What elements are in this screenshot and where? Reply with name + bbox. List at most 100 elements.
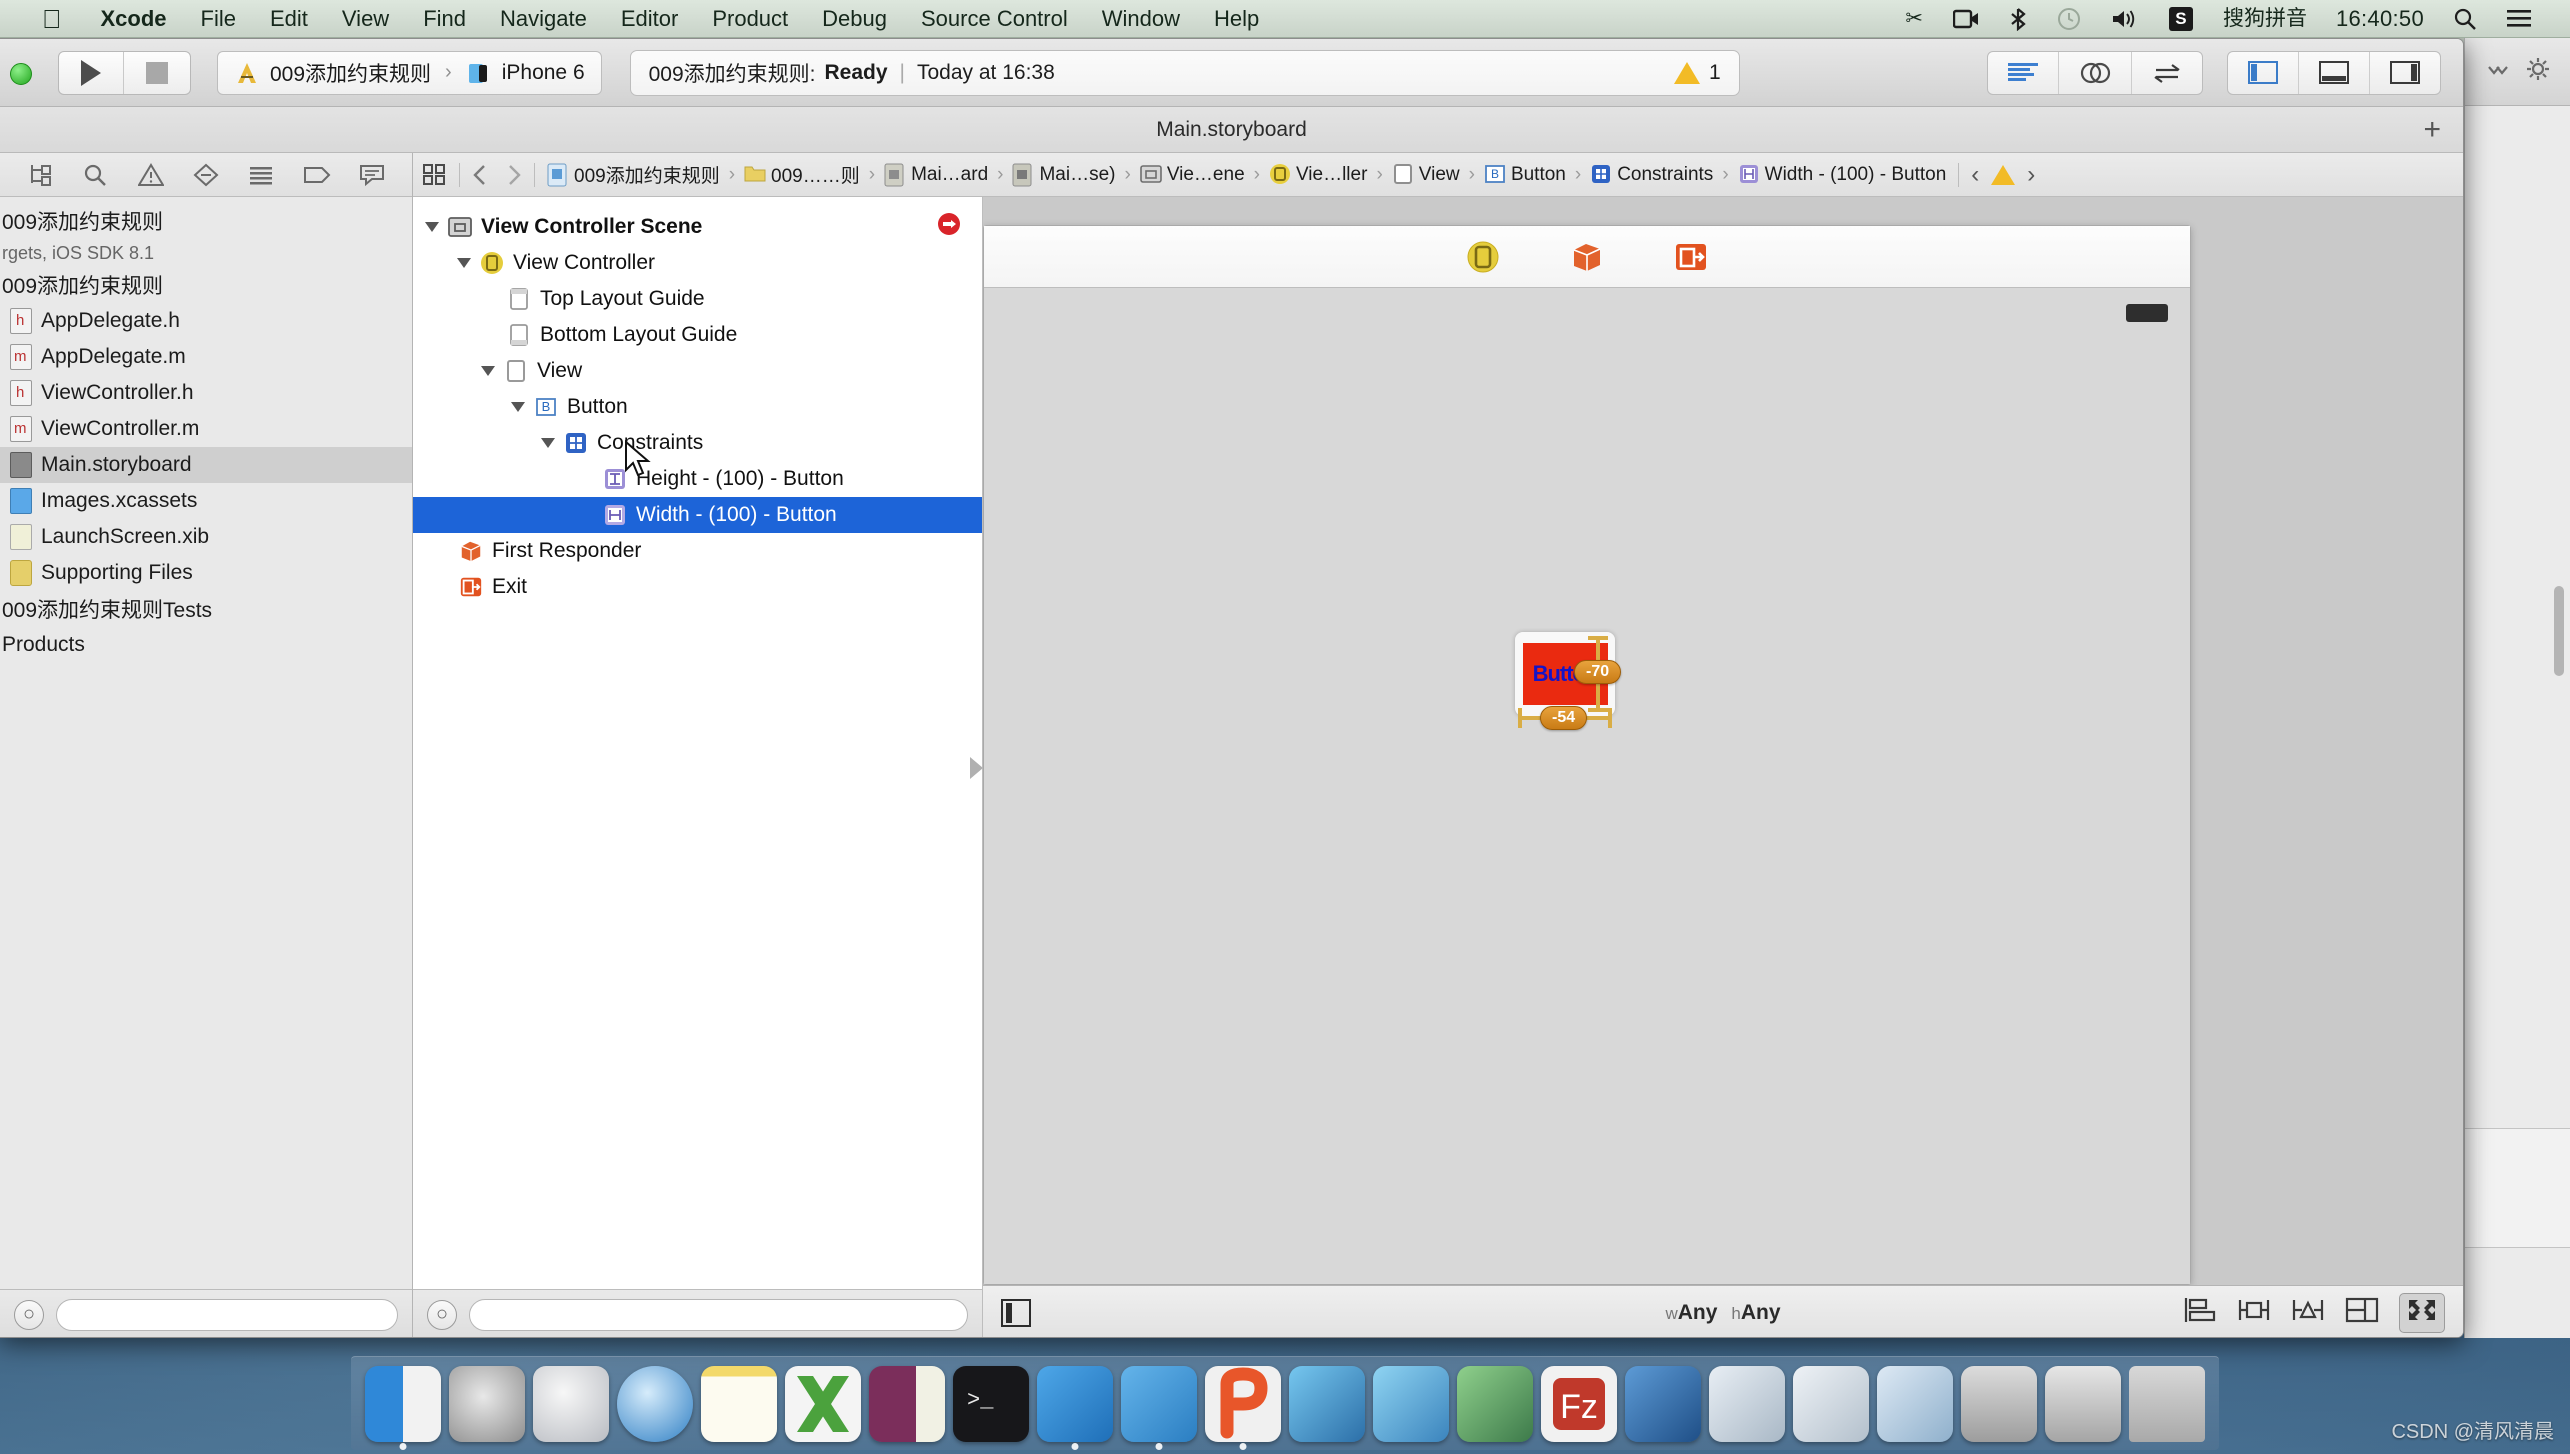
interface-builder-canvas[interactable]: Button -70 -54 — [983, 197, 2463, 1285]
app-a-icon[interactable] — [1709, 1366, 1785, 1442]
screenshot-icon[interactable] — [2045, 1366, 2121, 1442]
outline-row-exit[interactable]: Exit — [413, 569, 982, 605]
remote-desktop-icon[interactable] — [1961, 1366, 2037, 1442]
volume-icon[interactable] — [2096, 8, 2154, 30]
debug-navigator-icon[interactable] — [234, 163, 289, 187]
navigator-filter-input[interactable] — [56, 1298, 398, 1331]
add-file-button[interactable]: ○ — [14, 1299, 44, 1330]
standard-editor-icon[interactable] — [1988, 52, 2058, 94]
back-chevron-icon[interactable] — [472, 164, 488, 186]
navigator-file-launchscreen-xib[interactable]: LaunchScreen.xib — [0, 519, 412, 555]
breadcrumb-scene[interactable]: Vie…ene — [1140, 163, 1245, 187]
run-button[interactable] — [59, 52, 123, 94]
window-traffic-lights[interactable] — [10, 63, 32, 85]
notes-icon[interactable] — [701, 1366, 777, 1442]
disclosure-triangle-icon[interactable] — [481, 366, 495, 376]
navigator-group-tests[interactable]: 009添加约束规则Tests — [0, 591, 412, 627]
pin-icon[interactable] — [2237, 1296, 2271, 1330]
scissors-icon[interactable]: ✂ — [1890, 0, 1938, 38]
disclosure-triangle-icon[interactable] — [511, 402, 525, 412]
outline-collapse-handle[interactable] — [970, 757, 983, 779]
notification-center-icon[interactable] — [2492, 9, 2546, 29]
breadcrumb-width-constraint[interactable]: Width - (100) - Button — [1738, 163, 1946, 187]
width-constraint-badge[interactable]: -54 — [1540, 706, 1588, 730]
ios-simulator-icon[interactable] — [1121, 1366, 1197, 1450]
outline-add-button[interactable]: ○ — [427, 1299, 457, 1330]
breadcrumb-folder[interactable]: 009……则 — [744, 161, 860, 188]
exit-icon[interactable] — [1674, 240, 1708, 274]
utilities-toggle-icon[interactable] — [2369, 51, 2440, 94]
screen-recording-icon[interactable] — [1938, 9, 1994, 29]
add-editor-button[interactable]: + — [2423, 114, 2441, 145]
exit-badge-icon[interactable] — [936, 211, 974, 243]
disclosure-triangle-icon[interactable] — [425, 222, 439, 232]
menu-item-navigate[interactable]: Navigate — [483, 0, 604, 38]
scheme-selector[interactable]: 009添加约束规则 › iPhone 6 — [217, 50, 602, 95]
size-class-indicator[interactable]: wAny hAny — [1665, 1301, 1780, 1325]
outline-row-view[interactable]: View — [413, 353, 982, 389]
search-navigator-icon[interactable] — [67, 163, 122, 187]
app-b-icon[interactable] — [1793, 1366, 1869, 1442]
onenote-icon[interactable] — [869, 1366, 945, 1442]
search-icon[interactable] — [2438, 7, 2492, 31]
trash-icon[interactable] — [2129, 1366, 2205, 1442]
menu-item-editor[interactable]: Editor — [604, 0, 695, 38]
resolve-auto-layout-issues-icon[interactable] — [2291, 1296, 2325, 1330]
launchpad-icon[interactable] — [533, 1366, 609, 1442]
menu-item-help[interactable]: Help — [1197, 0, 1276, 38]
bluetooth-icon[interactable] — [1994, 7, 2042, 31]
menu-item-debug[interactable]: Debug — [805, 0, 904, 38]
outline-filter-input[interactable] — [469, 1298, 968, 1331]
navigator-group-main[interactable]: 009添加约束规则 — [0, 267, 412, 303]
system-preferences-icon[interactable] — [449, 1366, 525, 1442]
zoom-to-fit-icon[interactable] — [2399, 1292, 2445, 1333]
issue-navigator-icon[interactable] — [123, 162, 178, 187]
navigator-file-viewcontroller-m[interactable]: ViewController.m — [0, 411, 412, 447]
excel-icon[interactable] — [785, 1366, 861, 1442]
navigator-file-appdelegate-h[interactable]: AppDelegate.h — [0, 303, 412, 339]
resizing-behavior-icon[interactable] — [2345, 1296, 2379, 1330]
disclosure-triangle-icon[interactable] — [541, 438, 555, 448]
warning-triangle-icon[interactable] — [1979, 164, 2027, 185]
finder-icon[interactable] — [365, 1366, 441, 1450]
navigator-toggle-icon[interactable] — [2228, 52, 2298, 94]
outline-row-width-constraint[interactable]: Width - (100) - Button — [413, 497, 982, 533]
version-editor-icon[interactable] — [2131, 51, 2202, 94]
report-navigator-icon[interactable] — [345, 163, 400, 187]
outline-row-button[interactable]: B Button — [413, 389, 982, 425]
breadcrumb-storyboard-base[interactable]: Mai…se) — [1012, 163, 1115, 187]
view-controller-icon[interactable] — [1466, 240, 1500, 274]
menu-item-find[interactable]: Find — [406, 0, 483, 38]
outline-row-height-constraint[interactable]: Height - (100) - Button — [413, 461, 982, 497]
time-machine-icon[interactable] — [2042, 7, 2096, 31]
breadcrumb-button[interactable]: B Button — [1484, 163, 1566, 187]
first-responder-icon[interactable] — [1570, 240, 1604, 274]
assistant-editor-icon[interactable] — [2058, 51, 2131, 94]
project-navigator-icon[interactable] — [12, 163, 67, 187]
forward-chevron-icon[interactable] — [488, 164, 522, 186]
input-method-badge[interactable]: S — [2154, 6, 2208, 31]
issue-prev-button[interactable]: ‹ — [1971, 161, 1979, 189]
charts-icon[interactable] — [1625, 1366, 1701, 1442]
menu-item-source-control[interactable]: Source Control — [904, 0, 1085, 38]
menu-bar-clock[interactable]: 16:40:50 — [2322, 6, 2438, 32]
filezilla-icon[interactable]: Fz — [1541, 1366, 1617, 1442]
gear-icon[interactable] — [2526, 57, 2550, 87]
document-outline-toggle-icon[interactable] — [1001, 1298, 1031, 1327]
terminal-icon[interactable]: >_ — [953, 1366, 1029, 1442]
chevron-down-icon[interactable] — [2486, 59, 2508, 85]
height-constraint-badge[interactable]: -70 — [1574, 660, 1622, 684]
stop-button[interactable] — [123, 51, 190, 94]
image-editor-icon[interactable] — [1457, 1366, 1533, 1442]
outline-row-view-controller-scene[interactable]: View Controller Scene — [413, 209, 982, 245]
outline-row-first-responder[interactable]: First Responder — [413, 533, 982, 569]
navigator-group-products[interactable]: Products — [0, 627, 412, 663]
object-library-strip[interactable] — [2465, 1128, 2570, 1248]
utilities-body[interactable] — [2465, 106, 2570, 1338]
issue-next-button[interactable]: › — [2027, 161, 2035, 189]
snip-icon[interactable] — [1289, 1366, 1365, 1442]
outline-row-view-controller[interactable]: View Controller — [413, 245, 982, 281]
menu-item-window[interactable]: Window — [1085, 0, 1197, 38]
zoom-button[interactable] — [10, 63, 32, 85]
navigator-group-supporting-files[interactable]: Supporting Files — [0, 555, 412, 591]
